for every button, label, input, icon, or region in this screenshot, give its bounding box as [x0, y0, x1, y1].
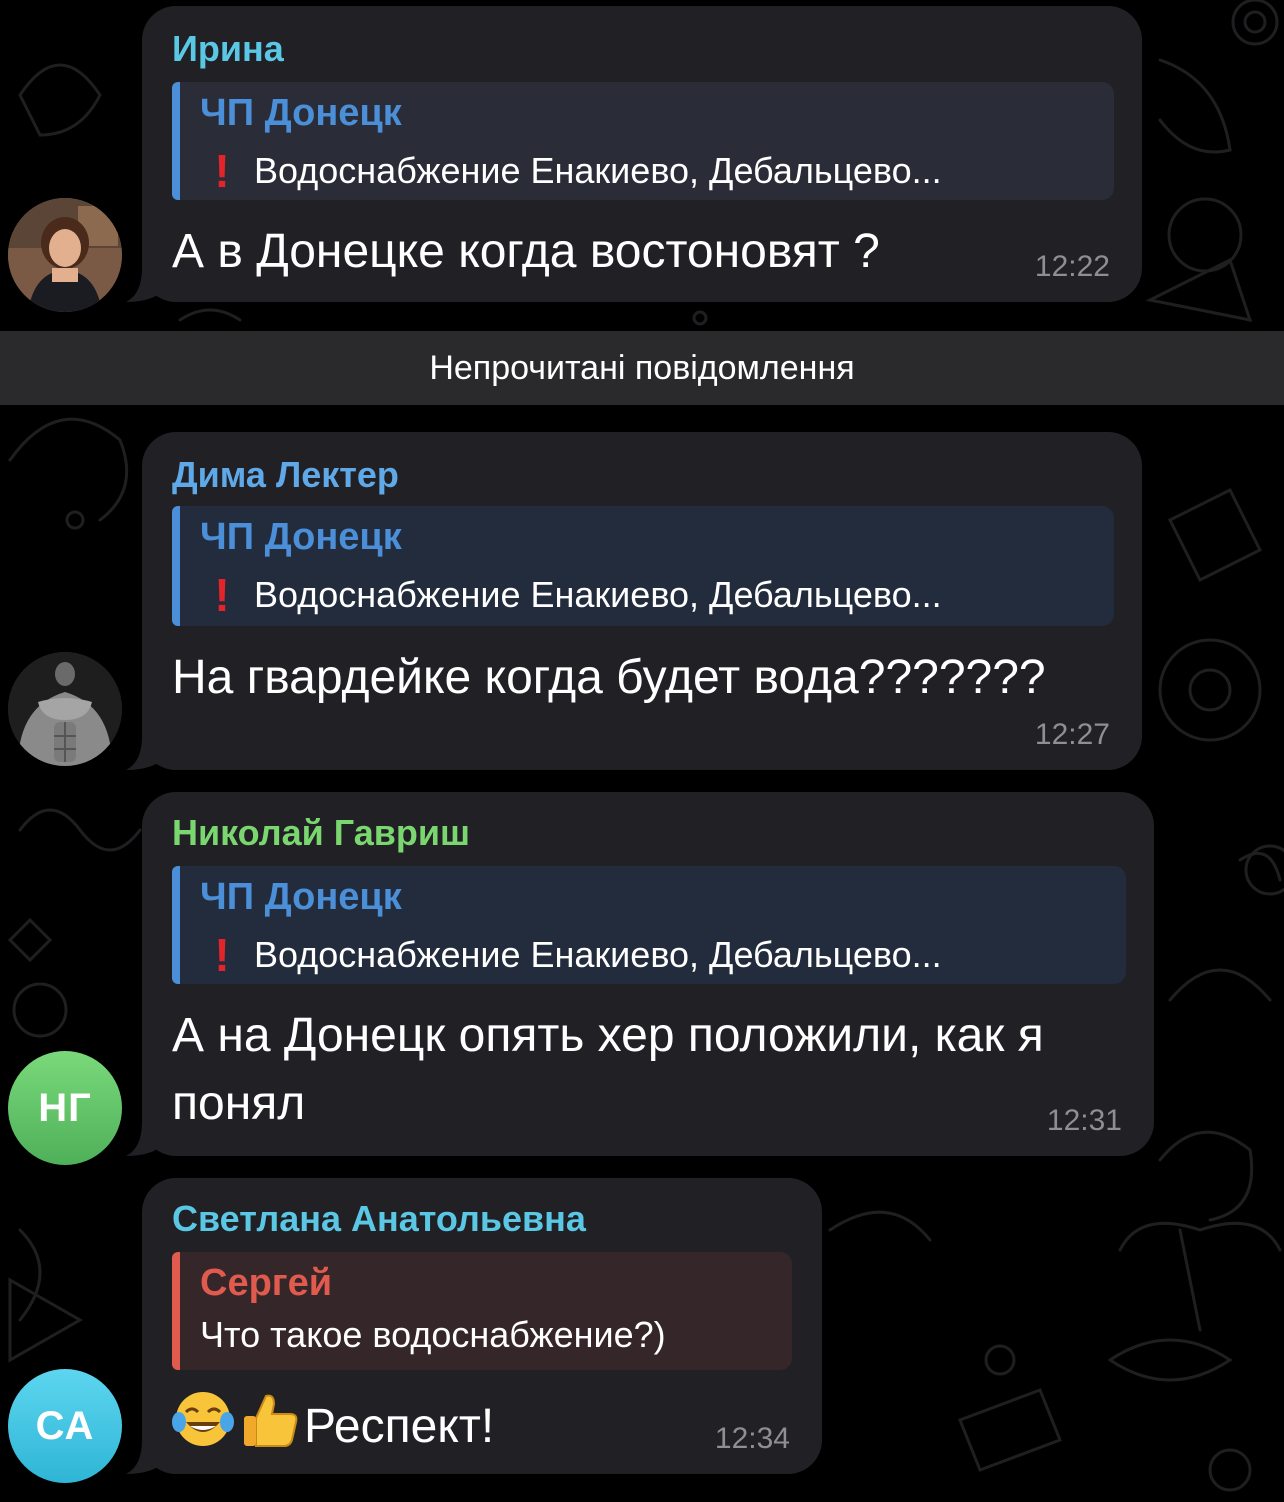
- sender-name[interactable]: Ирина: [172, 28, 284, 70]
- message-text: Респект!: [172, 1388, 494, 1461]
- sender-name[interactable]: Дима Лектер: [172, 454, 399, 496]
- reply-title: Сергей: [200, 1262, 333, 1304]
- message-bubble[interactable]: Николай Гавриш ЧП Донецк ! Водоснабжение…: [142, 792, 1154, 1156]
- message-time: 12:31: [1046, 1104, 1122, 1137]
- avatar-irina[interactable]: [8, 198, 122, 312]
- reply-title: ЧП Донецк: [200, 876, 402, 918]
- exclamation-icon: !: [214, 929, 230, 981]
- message-bubble[interactable]: Светлана Анатольевна Сергей Что такое во…: [142, 1178, 822, 1474]
- reply-preview[interactable]: ЧП Донецк ! Водоснабжение Енакиево, Деба…: [172, 506, 1114, 626]
- bubble-tail: [126, 268, 166, 302]
- avatar-nikolay[interactable]: НГ: [8, 1051, 122, 1165]
- thumbs-up-emoji-icon: [244, 1394, 298, 1447]
- message-text-line-2: понял: [172, 1077, 306, 1130]
- bubble-tail: [126, 1122, 166, 1156]
- message-bubble[interactable]: Дима Лектер ЧП Донецк ! Водоснабжение Ен…: [142, 432, 1142, 770]
- reply-text: Что такое водоснабжение?): [200, 1314, 666, 1355]
- tears-of-joy-emoji-icon: [172, 1392, 234, 1446]
- reply-preview[interactable]: ЧП Донецк ! Водоснабжение Енакиево, Деба…: [172, 82, 1114, 200]
- unread-messages-divider: Непрочитані повідомлення: [0, 331, 1284, 405]
- reply-text: ! Водоснабжение Енакиево, Дебальцево...: [200, 568, 941, 622]
- reply-accent-bar: [172, 866, 180, 984]
- reply-title: ЧП Донецк: [200, 92, 402, 134]
- exclamation-icon: !: [214, 145, 230, 197]
- avatar-dima[interactable]: [8, 652, 122, 766]
- message-time: 12:27: [1034, 718, 1110, 751]
- unread-divider-label: Непрочитані повідомлення: [429, 348, 855, 387]
- reply-accent-bar: [172, 1252, 180, 1370]
- reply-preview[interactable]: Сергей Что такое водоснабжение?): [172, 1252, 792, 1370]
- avatar-initials: НГ: [38, 1085, 92, 1130]
- reply-text: ! Водоснабжение Енакиево, Дебальцево...: [200, 144, 941, 198]
- bubble-tail: [126, 1440, 166, 1474]
- message-time: 12:34: [714, 1422, 790, 1455]
- photo-woman-icon: [8, 198, 122, 312]
- reply-preview[interactable]: ЧП Донецк ! Водоснабжение Енакиево, Деба…: [172, 866, 1126, 984]
- exclamation-icon: !: [214, 569, 230, 621]
- reply-text: ! Водоснабжение Енакиево, Дебальцево...: [200, 928, 941, 982]
- photo-muscular-man-icon: [8, 652, 122, 766]
- sender-name[interactable]: Николай Гавриш: [172, 812, 470, 854]
- bubble-tail: [126, 736, 166, 770]
- message-text: А в Донецке когда востоновят ?: [172, 225, 880, 278]
- message-text: На гвардейке когда будет вода???????: [172, 651, 1046, 704]
- message-bubble[interactable]: Ирина ЧП Донецк ! Водоснабжение Енакиево…: [142, 6, 1142, 302]
- avatar-initials: СА: [35, 1403, 95, 1448]
- reply-accent-bar: [172, 506, 180, 626]
- reply-accent-bar: [172, 82, 180, 200]
- message-text-line-1: А на Донецк опять хер положили, как я: [172, 1009, 1044, 1062]
- sender-name[interactable]: Светлана Анатольевна: [172, 1198, 586, 1240]
- avatar-svetlana[interactable]: СА: [8, 1369, 122, 1483]
- message-time: 12:22: [1034, 250, 1110, 283]
- reply-title: ЧП Донецк: [200, 516, 402, 558]
